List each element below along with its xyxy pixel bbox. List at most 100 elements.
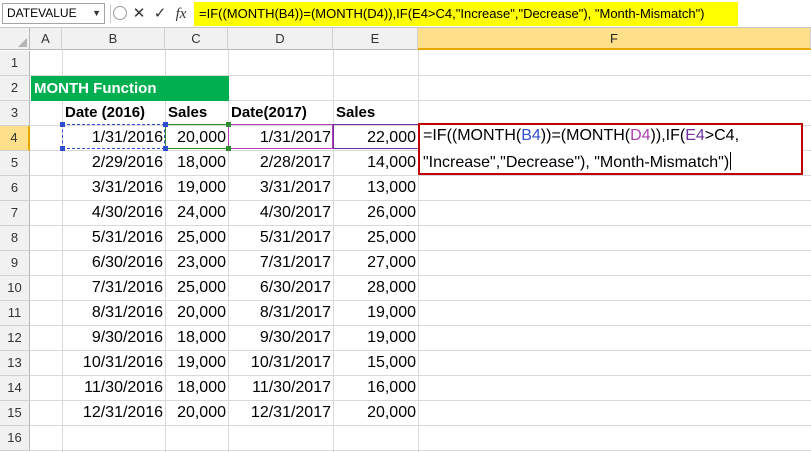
row-header-15[interactable]: 15 xyxy=(0,401,30,426)
row-header-7[interactable]: 7 xyxy=(0,201,30,226)
cell-c6[interactable]: 19,000 xyxy=(165,175,228,200)
enter-icon[interactable]: ✓ xyxy=(152,4,168,24)
formula-bar-separator xyxy=(110,5,111,23)
formula-ref-e4: E4 xyxy=(685,127,705,144)
row-header-9[interactable]: 9 xyxy=(0,251,30,276)
row-header-6[interactable]: 6 xyxy=(0,176,30,201)
ref-handle[interactable] xyxy=(163,122,168,127)
ref-handle[interactable] xyxy=(60,122,65,127)
cell-c8[interactable]: 25,000 xyxy=(165,225,228,250)
cell-b12[interactable]: 9/30/2016 xyxy=(62,325,165,350)
row-header-5[interactable]: 5 xyxy=(0,151,30,176)
cell-e9[interactable]: 27,000 xyxy=(333,250,418,275)
row-grid-line xyxy=(30,450,811,451)
circle-icon xyxy=(113,6,127,20)
cell-e6[interactable]: 13,000 xyxy=(333,175,418,200)
cell-b10[interactable]: 7/31/2016 xyxy=(62,275,165,300)
row-header-13[interactable]: 13 xyxy=(0,351,30,376)
column-header-f[interactable]: F xyxy=(418,28,811,50)
row-header-4[interactable]: 4 xyxy=(0,126,30,151)
cell-d6[interactable]: 3/31/2017 xyxy=(228,175,333,200)
cell-e13[interactable]: 15,000 xyxy=(333,350,418,375)
header-sales-2016[interactable]: Sales xyxy=(165,100,229,125)
column-header-e[interactable]: E xyxy=(333,28,418,50)
cell-e8[interactable]: 25,000 xyxy=(333,225,418,250)
cell-c12[interactable]: 18,000 xyxy=(165,325,228,350)
cell-d13[interactable]: 10/31/2017 xyxy=(228,350,333,375)
column-grid-line xyxy=(418,50,419,452)
insert-function-icon[interactable]: fx xyxy=(171,4,191,24)
cell-c13[interactable]: 19,000 xyxy=(165,350,228,375)
formula-input[interactable]: =IF((MONTH(B4))=(MONTH(D4)),IF(E4>C4,"In… xyxy=(194,2,738,26)
cell-e4[interactable]: 22,000 xyxy=(333,125,418,150)
formula-part: >C4, xyxy=(704,127,740,144)
cell-d14[interactable]: 11/30/2017 xyxy=(228,375,333,400)
cell-c15[interactable]: 20,000 xyxy=(165,400,228,425)
row-header-11[interactable]: 11 xyxy=(0,301,30,326)
row-header-12[interactable]: 12 xyxy=(0,326,30,351)
cell-b7[interactable]: 4/30/2016 xyxy=(62,200,165,225)
select-all-corner[interactable] xyxy=(0,28,30,50)
column-header-a[interactable]: A xyxy=(30,28,62,50)
cell-e7[interactable]: 26,000 xyxy=(333,200,418,225)
row-header-1[interactable]: 1 xyxy=(0,51,30,76)
cell-e5[interactable]: 14,000 xyxy=(333,150,418,175)
row-header-3[interactable]: 3 xyxy=(0,101,30,126)
cell-d7[interactable]: 4/30/2017 xyxy=(228,200,333,225)
cell-d9[interactable]: 7/31/2017 xyxy=(228,250,333,275)
cell-c11[interactable]: 20,000 xyxy=(165,300,228,325)
cell-b15[interactable]: 12/31/2016 xyxy=(62,400,165,425)
cell-d11[interactable]: 8/31/2017 xyxy=(228,300,333,325)
cell-d8[interactable]: 5/31/2017 xyxy=(228,225,333,250)
cell-c5[interactable]: 18,000 xyxy=(165,150,228,175)
ref-handle[interactable] xyxy=(163,146,168,151)
column-header-c[interactable]: C xyxy=(165,28,228,50)
header-sales-2017[interactable]: Sales xyxy=(333,100,418,125)
cell-d15[interactable]: 12/31/2017 xyxy=(228,400,333,425)
header-date-2017[interactable]: Date(2017) xyxy=(228,100,332,125)
cell-e14[interactable]: 16,000 xyxy=(333,375,418,400)
cell-e11[interactable]: 19,000 xyxy=(333,300,418,325)
cell-b11[interactable]: 8/31/2016 xyxy=(62,300,165,325)
cell-c9[interactable]: 23,000 xyxy=(165,250,228,275)
cell-d4[interactable]: 1/31/2017 xyxy=(228,125,333,150)
cell-b8[interactable]: 5/31/2016 xyxy=(62,225,165,250)
ref-handle[interactable] xyxy=(226,146,231,151)
cell-c14[interactable]: 18,000 xyxy=(165,375,228,400)
row-header-2[interactable]: 2 xyxy=(0,76,30,101)
select-all-triangle-icon xyxy=(18,38,27,47)
cell-b9[interactable]: 6/30/2016 xyxy=(62,250,165,275)
cell-b4[interactable]: 1/31/2016 xyxy=(62,125,165,150)
row-header-14[interactable]: 14 xyxy=(0,376,30,401)
column-header-d[interactable]: D xyxy=(228,28,333,50)
cell-f4-editor[interactable]: =IF((MONTH(B4))=(MONTH(D4)),IF(E4>C4, "I… xyxy=(418,123,803,175)
column-header-b[interactable]: B xyxy=(62,28,165,50)
cell-d12[interactable]: 9/30/2017 xyxy=(228,325,333,350)
cell-c10[interactable]: 25,000 xyxy=(165,275,228,300)
row-header-8[interactable]: 8 xyxy=(0,226,30,251)
name-box-value: DATEVALUE xyxy=(7,6,77,20)
cell-d5[interactable]: 2/28/2017 xyxy=(228,150,333,175)
cell-e12[interactable]: 19,000 xyxy=(333,325,418,350)
row-header-16[interactable]: 16 xyxy=(0,426,30,451)
formula-part: "Increase","Decrease"), "Month-Mismatch"… xyxy=(423,154,730,171)
cell-e10[interactable]: 28,000 xyxy=(333,275,418,300)
cell-b5[interactable]: 2/29/2016 xyxy=(62,150,165,175)
worksheet-grid[interactable]: ABCDEF 1 2 3 4 5 6 7 8 9 10 11 12 13 14 15 16 MONTH Fun… xyxy=(0,28,811,452)
cancel-icon[interactable]: ✕ xyxy=(131,4,147,24)
header-date-2016[interactable]: Date (2016) xyxy=(62,100,164,125)
row-header-10[interactable]: 10 xyxy=(0,276,30,301)
cell-c4[interactable]: 20,000 xyxy=(165,125,228,150)
name-box[interactable]: DATEVALUE ▼ xyxy=(2,3,105,24)
cell-e15[interactable]: 20,000 xyxy=(333,400,418,425)
ref-handle[interactable] xyxy=(226,122,231,127)
ref-handle[interactable] xyxy=(60,146,65,151)
cell-b13[interactable]: 10/31/2016 xyxy=(62,350,165,375)
cell-d10[interactable]: 6/30/2017 xyxy=(228,275,333,300)
title-cell-a1[interactable]: MONTH Function xyxy=(31,76,229,101)
cell-b14[interactable]: 11/30/2016 xyxy=(62,375,165,400)
formula-ref-b4: B4 xyxy=(521,127,541,144)
cell-b6[interactable]: 3/31/2016 xyxy=(62,175,165,200)
cell-c7[interactable]: 24,000 xyxy=(165,200,228,225)
chevron-down-icon[interactable]: ▼ xyxy=(92,4,101,23)
